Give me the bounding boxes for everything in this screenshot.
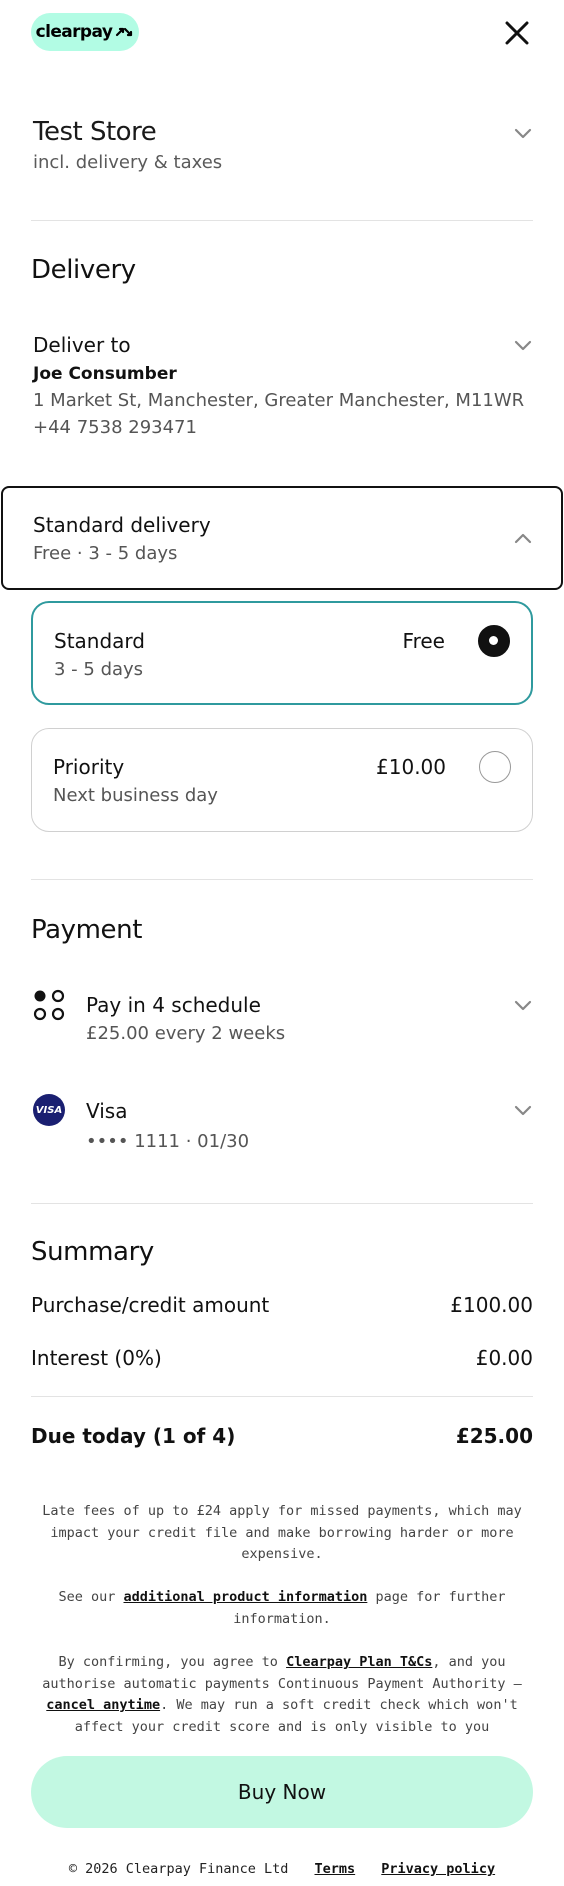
confirm-text-1: By confirming, you agree to [58, 1654, 278, 1670]
close-icon[interactable] [500, 16, 534, 50]
clearpay-arrows-icon [116, 27, 133, 37]
additional-product-info-link[interactable]: additional product information [124, 1589, 368, 1605]
divider [31, 1203, 533, 1204]
delivery-address: 1 Market St, Manchester, Greater Manches… [33, 390, 525, 411]
option-subtitle: Next business day [53, 785, 218, 806]
plan-tcs-link[interactable]: Clearpay Plan T&Cs [286, 1654, 432, 1670]
card-detail: •••• 1111 · 01/30 [86, 1131, 250, 1152]
divider [31, 879, 533, 880]
option-title: Priority [53, 755, 125, 779]
logo-text: clearpay [35, 22, 113, 42]
card-brand: Visa [86, 1099, 128, 1123]
store-subtitle: incl. delivery & taxes [33, 152, 223, 173]
chevron-up-icon[interactable] [513, 532, 533, 546]
due-today-value: £25.00 [455, 1424, 533, 1448]
radio-selected[interactable] [478, 625, 510, 657]
purchase-amount-value: £100.00 [450, 1293, 533, 1317]
summary-section-title: Summary [31, 1237, 154, 1267]
delivery-method-selector[interactable] [1, 486, 563, 590]
delivery-phone: +44 7538 293471 [33, 417, 197, 438]
radio-unselected[interactable] [479, 751, 511, 783]
confirm-notice: By confirming, you agree to Clearpay Pla… [31, 1652, 533, 1738]
option-subtitle: 3 - 5 days [54, 659, 144, 680]
product-info-notice: See our additional product information p… [31, 1587, 533, 1630]
privacy-policy-link[interactable]: Privacy policy [381, 1861, 495, 1877]
option-title: Standard [54, 629, 145, 653]
purchase-amount-label: Purchase/credit amount [31, 1293, 270, 1317]
pay-in-4-icon [33, 989, 65, 1021]
delivery-section-title: Delivery [31, 255, 136, 285]
delivery-option-standard[interactable]: Standard 3 - 5 days Free [31, 601, 533, 705]
terms-link[interactable]: Terms [315, 1861, 356, 1877]
visa-card-icon: VISA [33, 1094, 65, 1126]
footer: © 2026 Clearpay Finance Ltd Terms Privac… [0, 1861, 564, 1877]
recipient-name: Joe Consumber [33, 364, 177, 384]
option-price: Free [402, 629, 445, 653]
store-title: Test Store [33, 117, 157, 147]
delivery-method-summary: Free · 3 - 5 days [33, 543, 178, 564]
due-today-label: Due today (1 of 4) [31, 1424, 236, 1448]
late-fees-notice: Late fees of up to £24 apply for missed … [42, 1503, 522, 1563]
delivery-option-priority[interactable]: Priority Next business day £10.00 [31, 728, 533, 832]
see-our-text: See our [58, 1589, 116, 1605]
chevron-down-icon[interactable] [513, 126, 533, 140]
option-price: £10.00 [376, 755, 446, 779]
chevron-down-icon[interactable] [513, 1103, 533, 1117]
copyright: © 2026 Clearpay Finance Ltd [68, 1861, 289, 1877]
cancel-anytime-link[interactable]: cancel anytime [46, 1697, 160, 1713]
delivery-method-title: Standard delivery [33, 513, 211, 537]
pay-schedule-title: Pay in 4 schedule [86, 993, 261, 1017]
interest-value: £0.00 [475, 1346, 533, 1370]
divider [31, 220, 533, 221]
chevron-down-icon[interactable] [513, 998, 533, 1012]
chevron-down-icon[interactable] [513, 338, 533, 352]
interest-label: Interest (0%) [31, 1346, 162, 1370]
buy-now-button[interactable]: Buy Now [31, 1756, 533, 1828]
clearpay-logo: clearpay [31, 13, 139, 51]
pay-schedule-subtitle: £25.00 every 2 weeks [86, 1023, 286, 1044]
payment-section-title: Payment [31, 915, 143, 945]
deliver-to-label: Deliver to [33, 333, 131, 357]
divider [31, 1396, 533, 1397]
